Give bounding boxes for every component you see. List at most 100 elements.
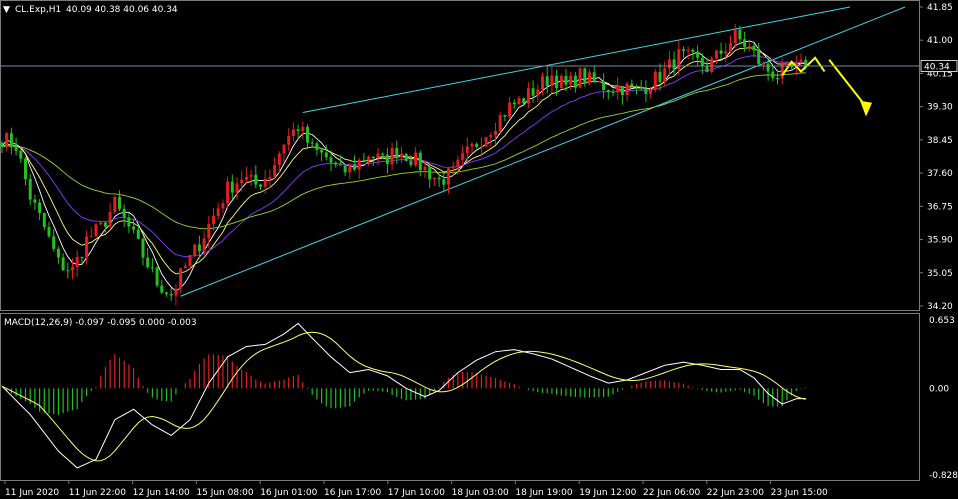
- candle-bear: [691, 49, 695, 52]
- ohlc-label: 40.09 40.38 40.06 40.34: [66, 5, 178, 15]
- candle-bear: [197, 244, 201, 252]
- forecast-down-line: [828, 59, 867, 108]
- candle-bull: [432, 177, 436, 180]
- candle-bull: [663, 68, 667, 82]
- candle-bear: [28, 179, 32, 200]
- candle-bull: [484, 137, 488, 147]
- candle-bear: [682, 49, 685, 51]
- candle-bear: [61, 257, 65, 271]
- candle-bear: [136, 229, 140, 239]
- candle-bull: [597, 81, 601, 83]
- time-tick-label: 17 Jun 10:00: [388, 488, 445, 498]
- candle-bear: [606, 89, 610, 93]
- candle-bear: [254, 174, 258, 185]
- candle-bull: [494, 131, 497, 135]
- candle-bull: [99, 222, 103, 225]
- candle-bull: [517, 98, 521, 105]
- candle-bull: [202, 238, 206, 252]
- candle-bear: [315, 143, 319, 150]
- signal-line: [1, 331, 806, 462]
- price-tick-label: 34.20: [927, 302, 953, 312]
- candle-bear: [700, 57, 704, 67]
- main-panel-frame: [0, 0, 920, 311]
- symbol-label: CL.Exp,H1: [15, 5, 61, 15]
- candle-bear: [150, 267, 154, 269]
- candle-bull: [5, 133, 9, 147]
- candle-bear: [259, 184, 262, 187]
- time-tick-label: 16 Jun 01:00: [260, 488, 317, 498]
- candle-bull: [479, 146, 483, 148]
- candle-bull: [348, 164, 352, 173]
- candle-bull: [244, 176, 248, 180]
- candle-bear: [503, 115, 507, 117]
- candle-bear: [639, 87, 643, 89]
- candle-bull: [207, 224, 211, 239]
- candle-bear: [343, 165, 347, 173]
- candle-bull: [447, 168, 450, 185]
- candle-bear: [324, 152, 328, 158]
- candle-bull: [616, 85, 620, 93]
- candle-bull: [400, 153, 403, 158]
- candle-bear: [306, 126, 309, 143]
- time-tick-label: 12 Jun 14:00: [133, 488, 190, 498]
- forecast-arrowhead: [860, 100, 872, 117]
- candle-bear: [66, 270, 70, 272]
- time-tick-label: 16 Jun 17:00: [324, 488, 381, 498]
- candle-bear: [118, 196, 121, 209]
- candle-bull: [268, 176, 272, 179]
- candle-bear: [338, 164, 342, 166]
- candle-bear: [160, 285, 164, 293]
- candle-bull: [578, 68, 582, 88]
- candle-bull: [291, 129, 295, 137]
- candle-bull: [263, 178, 267, 187]
- candle-bull: [390, 147, 394, 165]
- menu-arrow-icon[interactable]: ▼: [3, 5, 10, 15]
- candle-bear: [512, 102, 516, 105]
- price-tick-label: 41.85: [927, 3, 953, 13]
- time-tick-label: 11 Jun 22:00: [69, 488, 126, 498]
- candle-bear: [9, 133, 13, 147]
- candle-bear: [52, 236, 56, 249]
- time-tick-label: 23 Jun 15:00: [771, 488, 828, 498]
- candle-bear: [155, 267, 159, 286]
- candle-bull: [465, 146, 469, 154]
- candle-bear: [644, 88, 648, 95]
- trendline-lower: [180, 6, 906, 297]
- candle-bear: [602, 81, 606, 90]
- candle-bull: [376, 153, 380, 159]
- candle-bear: [592, 72, 596, 83]
- candle-bear: [24, 158, 27, 180]
- candle-bull: [470, 143, 474, 147]
- time-tick-label: 19 Jun 12:00: [579, 488, 636, 498]
- candle-bear: [573, 75, 577, 88]
- candle-bear: [141, 238, 145, 258]
- macd-tick-label: -0.828: [929, 471, 958, 481]
- candle-bull: [625, 83, 629, 95]
- candle-bull: [240, 179, 244, 184]
- candle-bull: [729, 43, 732, 52]
- candle-bear: [353, 164, 356, 170]
- time-tick-label: 15 Jun 08:00: [196, 488, 253, 498]
- trading-chart[interactable]: 41.8541.0040.1539.3038.4537.6036.7535.90…: [0, 0, 958, 499]
- candle-bear: [757, 50, 761, 64]
- candle-bear: [620, 85, 624, 95]
- candle-bull: [761, 63, 765, 65]
- candle-bull: [559, 75, 563, 89]
- candle-bear: [310, 142, 314, 144]
- trendlines[interactable]: [180, 6, 906, 297]
- candle-bear: [404, 153, 408, 161]
- candle-bear: [630, 83, 634, 87]
- macd-line: [1, 322, 806, 469]
- time-tick-label: 22 Jun 23:00: [707, 488, 764, 498]
- candle-bear: [320, 149, 324, 153]
- price-tick-label: 36.75: [927, 202, 953, 212]
- candle-bull: [94, 224, 98, 237]
- candle-bull: [71, 267, 74, 271]
- candle-bull: [714, 50, 718, 59]
- candle-bear: [385, 154, 389, 165]
- candle-bear: [696, 51, 700, 58]
- candle-bull: [287, 136, 291, 145]
- macd-tick-label: 0.00: [929, 384, 949, 394]
- candle-bear: [738, 29, 742, 40]
- price-tick-label: 35.90: [927, 236, 953, 246]
